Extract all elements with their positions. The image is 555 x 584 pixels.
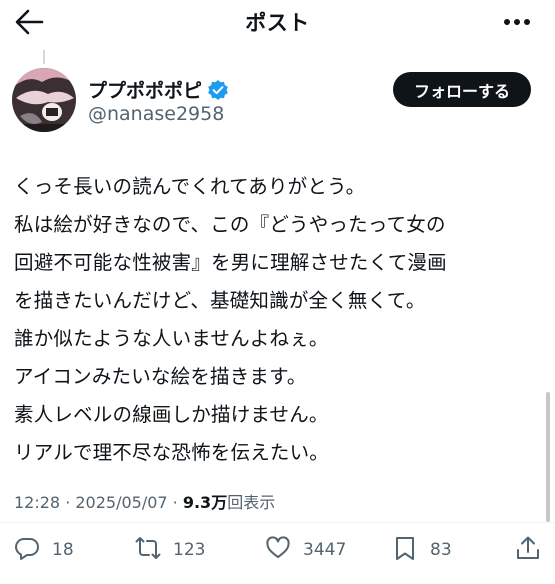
repost-button[interactable]: 123 bbox=[135, 532, 205, 568]
like-count: 3447 bbox=[303, 540, 347, 560]
like-icon bbox=[265, 535, 291, 565]
post-text-line: 素人レベルの線画しか描けません。 bbox=[14, 403, 329, 426]
bookmark-button[interactable]: 83 bbox=[392, 532, 452, 568]
top-bar: ポスト bbox=[0, 0, 555, 44]
post-text-line: くっそ長いの読んでくれてありがとう。 bbox=[14, 175, 366, 198]
action-bar: 18 123 3447 83 bbox=[0, 532, 555, 568]
post-text-line: リアルで理不尽な恐怖を伝えたい。 bbox=[14, 441, 330, 464]
author-name[interactable]: ププポポポピ bbox=[88, 76, 202, 103]
repost-icon bbox=[135, 535, 161, 565]
reply-count: 18 bbox=[52, 540, 74, 560]
post-body: くっそ長いの読んでくれてありがとう。 私は絵が好きなので、この『どうやったって女… bbox=[14, 168, 544, 472]
post-text-line: 誰か似たような人いませんよねぇ。 bbox=[14, 327, 329, 350]
author-name-row: ププポポポピ bbox=[88, 76, 229, 103]
share-icon bbox=[515, 535, 541, 565]
views-label: 回表示 bbox=[227, 493, 276, 512]
verified-badge-icon[interactable] bbox=[207, 79, 229, 101]
follow-button[interactable]: フォローする bbox=[393, 72, 531, 107]
bookmark-icon bbox=[392, 535, 418, 565]
author-handle[interactable]: @nanase2958 bbox=[88, 103, 224, 125]
reply-icon bbox=[14, 535, 40, 565]
post-text-line: 回避不可能な性被害』を男に理解させたくて漫画 bbox=[14, 251, 447, 274]
scrollbar[interactable] bbox=[546, 392, 550, 522]
like-button[interactable]: 3447 bbox=[265, 532, 346, 568]
post-text-line: アイコンみたいな絵を描きます。 bbox=[14, 365, 307, 388]
share-button[interactable] bbox=[515, 532, 541, 568]
repost-count: 123 bbox=[173, 540, 206, 560]
post-text-line: を描きたいんだけど、基礎知識が全く無くて。 bbox=[14, 289, 426, 312]
avatar[interactable] bbox=[12, 68, 76, 132]
page-title: ポスト bbox=[245, 11, 310, 35]
post-timestamp[interactable]: 12:28 · 2025/05/07 · bbox=[14, 493, 183, 512]
post-meta: 12:28 · 2025/05/07 · 9.3万回表示 bbox=[14, 489, 275, 513]
divider bbox=[0, 522, 555, 523]
post-text-line: 私は絵が好きなので、この『どうやったって女の bbox=[14, 213, 446, 236]
bookmark-count: 83 bbox=[430, 540, 452, 560]
more-dots-icon[interactable] bbox=[503, 14, 531, 28]
thread-connector-line bbox=[43, 50, 45, 64]
reply-button[interactable]: 18 bbox=[14, 532, 74, 568]
views-count: 9.3万 bbox=[182, 493, 228, 512]
